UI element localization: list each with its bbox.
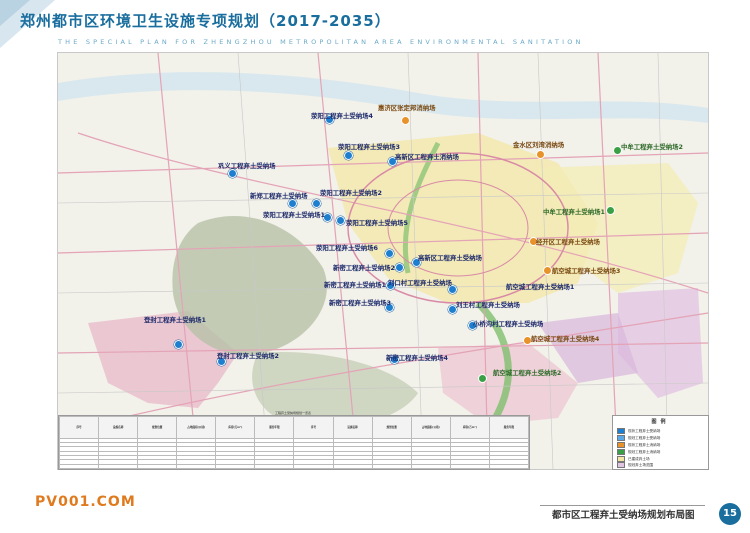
page-title: 郑州都市区环境卫生设施专项规划（2017-2035） (20, 12, 391, 30)
legend-item: 现状工程弃土受纳场 (617, 428, 660, 434)
watermark: PV001.COM (35, 494, 136, 510)
facility-marker[interactable] (336, 216, 345, 225)
table-header: 设施名称 (332, 416, 373, 439)
legend-label: 规划弃土场范围 (628, 463, 654, 467)
legend-label: 规划工程弃土受纳场 (628, 436, 661, 440)
table-header: 占地面积(公顷) (410, 416, 451, 439)
legend-label: 现状工程弃土消纳场 (628, 443, 661, 447)
legend-title: 图例 (651, 419, 670, 425)
facility-marker[interactable] (312, 199, 321, 208)
facility-label-xh: 小桥沟村工程弃土受纳场 (473, 320, 544, 328)
facility-marker[interactable] (228, 169, 237, 178)
facility-label-df1: 登封工程弃土受纳场1 (144, 316, 206, 324)
facility-label-lwc: 刘王村工程弃土受纳场 (456, 301, 520, 309)
facility-label-gy: 巩义工程弃土受纳场 (218, 162, 276, 170)
facility-label-jc: 经开区工程弃土受纳场 (536, 238, 600, 246)
legend-item: 现状工程弃土消纳场 (617, 442, 660, 448)
figure-title: 都市区工程弃土受纳场规划布局图 (552, 510, 695, 521)
legend-item: 规划工程弃土受纳场 (617, 435, 660, 441)
facility-marker[interactable] (395, 263, 404, 272)
legend-label: 规划工程弃土消纳场 (628, 450, 661, 454)
facility-label-jsq: 金水区刘湾消纳场 (513, 141, 565, 149)
facility-label-hk1: 航空城工程弃土受纳场1 (506, 283, 575, 291)
facility-label-gxq: 高新区工程弃土消纳场 (395, 153, 459, 161)
facility-marker[interactable] (543, 266, 552, 275)
map-canvas[interactable]: 惠济区张定邦消纳场 荥阳工程弃土受纳场4 荥阳工程弃土受纳场3 高新区工程弃土消… (57, 52, 709, 470)
map-base (58, 53, 708, 469)
table-header: 序号 (58, 416, 100, 439)
facility-marker[interactable] (344, 151, 353, 160)
table-header: 库容(万m³) (215, 416, 256, 439)
page-subtitle: THE SPECIAL PLAN FOR ZHENGZHOU METROPOLI… (58, 38, 584, 46)
table-header: 库容(万m³) (449, 416, 490, 439)
legend-swatch (617, 442, 625, 448)
facility-label-xy2: 荥阳工程弃土受纳场2 (320, 189, 382, 197)
facility-label-xy1: 荥阳工程弃土受纳场1 (263, 211, 325, 219)
page-number: 15 (719, 503, 741, 525)
facility-label-hk3: 航空城工程弃土受纳场3 (552, 267, 621, 275)
facility-label-xm1: 新密工程弃土受纳场1 (324, 281, 386, 289)
table-header: 设施名称 (98, 416, 139, 439)
facility-label-xy4: 荥阳工程弃土受纳场4 (311, 112, 373, 120)
table-header: 服务年限 (488, 416, 530, 439)
map-legend: 图例 现状工程弃土受纳场 规划工程弃土受纳场 现状工程弃土消纳场 规划工程弃土消… (612, 415, 709, 470)
table-header: 占地面积(公顷) (176, 416, 217, 439)
facility-label-xy3: 荥阳工程弃土受纳场3 (338, 143, 400, 151)
facility-label-zm1: 中牟工程弃土受纳场1 (543, 208, 605, 216)
facility-label-df2: 登封工程弃土受纳场2 (217, 352, 279, 360)
facility-marker[interactable] (174, 340, 183, 349)
facility-marker[interactable] (385, 249, 394, 258)
facility-label-xm3: 新密工程弃土受纳场3 (329, 299, 391, 307)
facility-label-xm4: 新密工程弃土受纳场4 (386, 354, 448, 362)
legend-swatch (617, 449, 625, 455)
legend-swatch (617, 428, 625, 434)
table-header: 序号 (293, 416, 334, 439)
footer-divider (540, 505, 705, 506)
facility-label-hk2: 航空城工程弃土受纳场2 (493, 369, 562, 377)
facility-marker[interactable] (288, 199, 297, 208)
facility-label-xy6: 荥阳工程弃土受纳场6 (316, 244, 378, 252)
legend-label: 现状工程弃土受纳场 (628, 429, 661, 433)
planning-table: 序号 设施名称 规划位置 占地面积(公顷) 库容(万m³) 服务年限 序号 设施… (58, 415, 530, 470)
legend-swatch (617, 462, 625, 468)
facility-label-gxq2: 高新区工程弃土受纳场 (418, 254, 482, 262)
facility-marker[interactable] (606, 206, 615, 215)
legend-swatch (617, 435, 625, 441)
facility-label-xy5: 荥阳工程弃土受纳场5 (346, 219, 408, 227)
facility-label-xm2: 新密工程弃土受纳场2 (333, 264, 395, 272)
facility-label-hjq: 惠济区张定邦消纳场 (378, 104, 436, 112)
legend-item: 规划弃土场范围 (617, 462, 653, 468)
facility-marker[interactable] (478, 374, 487, 383)
facility-label-lk: 刘口村工程弃土受纳场 (388, 279, 452, 287)
table-header: 规划位置 (371, 416, 412, 439)
facility-marker[interactable] (536, 150, 545, 159)
facility-label-hk4: 航空城工程弃土受纳场4 (531, 335, 600, 343)
legend-item: 规划工程弃土消纳场 (617, 449, 660, 455)
table-header: 规划位置 (137, 416, 178, 439)
legend-label: 已建成弃土场 (628, 457, 650, 461)
facility-label-xz: 新郑工程弃土受纳场 (250, 192, 308, 200)
facility-label-zm2: 中牟工程弃土受纳场2 (621, 143, 683, 151)
facility-marker[interactable] (401, 116, 410, 125)
table-row (58, 463, 530, 470)
table-header: 服务年限 (254, 416, 295, 439)
